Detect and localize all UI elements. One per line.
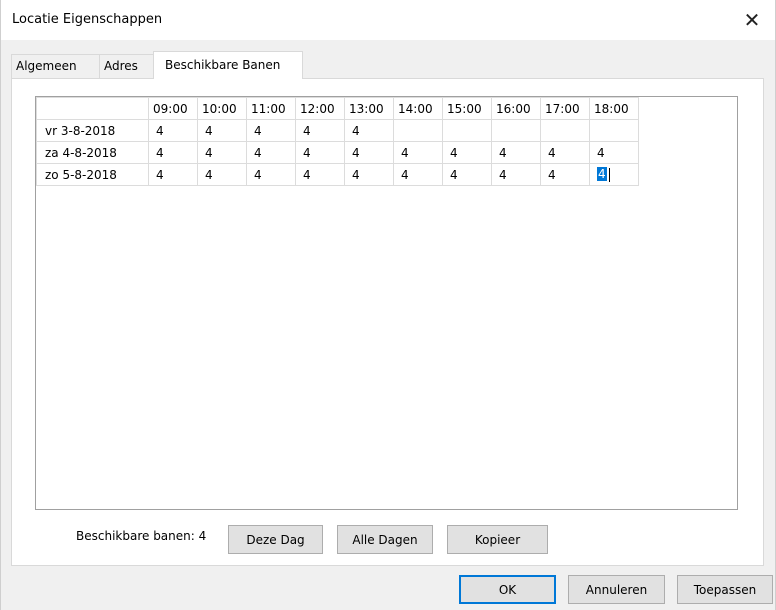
grid-cell[interactable]: 4 xyxy=(393,141,443,164)
grid-cell[interactable]: 4 xyxy=(148,119,198,142)
button-label: Alle Dagen xyxy=(352,532,418,547)
grid-cell[interactable]: 4 xyxy=(246,119,296,142)
row-header: vr 3-8-2018 xyxy=(36,119,149,142)
grid-cell[interactable]: 4 xyxy=(491,141,541,164)
tab-algemeen[interactable]: Algemeen xyxy=(11,54,100,78)
text-caret xyxy=(608,167,610,182)
deze-dag-button[interactable]: Deze Dag xyxy=(228,525,323,554)
tab-adres[interactable]: Adres xyxy=(99,54,154,78)
row-header: za 4-8-2018 xyxy=(36,141,149,164)
available-courts-label: Beschikbare banen: 4 xyxy=(76,529,207,543)
grid-corner xyxy=(36,97,149,120)
grid-cell[interactable]: 4 xyxy=(197,141,247,164)
column-header: 12:00 xyxy=(295,97,345,120)
grid-cell[interactable]: 4 xyxy=(540,141,590,164)
grid-row: za 4-8-2018 4 4 4 4 4 4 4 4 4 4 xyxy=(36,141,639,164)
cancel-button[interactable]: Annuleren xyxy=(568,575,665,604)
grid-cell[interactable] xyxy=(540,119,590,142)
grid-header-row: 09:00 10:00 11:00 12:00 13:00 14:00 15:0… xyxy=(36,97,639,120)
column-header: 14:00 xyxy=(393,97,443,120)
grid-cell[interactable]: 4 xyxy=(197,163,247,186)
grid-table: 09:00 10:00 11:00 12:00 13:00 14:00 15:0… xyxy=(36,97,639,186)
availability-grid[interactable]: 09:00 10:00 11:00 12:00 13:00 14:00 15:0… xyxy=(35,96,738,510)
title-bar: Locatie Eigenschappen ✕ xyxy=(0,0,776,40)
grid-cell[interactable]: 4 xyxy=(246,141,296,164)
alle-dagen-button[interactable]: Alle Dagen xyxy=(337,525,433,554)
grid-cell[interactable] xyxy=(442,119,492,142)
grid-cell[interactable] xyxy=(393,119,443,142)
column-header: 17:00 xyxy=(540,97,590,120)
close-button[interactable]: ✕ xyxy=(729,0,775,40)
grid-cell[interactable]: 4 xyxy=(393,163,443,186)
column-header: 13:00 xyxy=(344,97,394,120)
tab-label: Adres xyxy=(104,59,138,73)
grid-cell[interactable]: 4 xyxy=(295,141,345,164)
button-label: Deze Dag xyxy=(246,532,305,547)
grid-cell[interactable]: 4 xyxy=(148,163,198,186)
tab-label: Algemeen xyxy=(16,59,77,73)
column-header: 15:00 xyxy=(442,97,492,120)
grid-cell[interactable]: 4 xyxy=(344,119,394,142)
grid-cell[interactable]: 4 xyxy=(295,163,345,186)
grid-cell[interactable]: 4 xyxy=(197,119,247,142)
row-header: zo 5-8-2018 xyxy=(36,163,149,186)
grid-cell[interactable]: 4 xyxy=(589,141,639,164)
grid-cell[interactable]: 4 xyxy=(442,141,492,164)
grid-cell[interactable]: 4 xyxy=(148,141,198,164)
column-header: 16:00 xyxy=(491,97,541,120)
grid-row: zo 5-8-2018 4 4 4 4 4 4 4 4 4 4 xyxy=(36,163,639,186)
grid-cell-selected[interactable]: 4 xyxy=(589,163,639,186)
button-label: OK xyxy=(498,582,517,597)
grid-cell[interactable]: 4 xyxy=(344,163,394,186)
grid-cell[interactable] xyxy=(491,119,541,142)
tab-label: Beschikbare Banen xyxy=(165,58,281,72)
apply-button[interactable]: Toepassen xyxy=(677,575,773,604)
selected-cell-value[interactable]: 4 xyxy=(597,167,607,182)
ok-button[interactable]: OK xyxy=(459,575,556,604)
button-label: Toepassen xyxy=(693,582,757,597)
column-header: 11:00 xyxy=(246,97,296,120)
grid-cell[interactable]: 4 xyxy=(442,163,492,186)
close-icon: ✕ xyxy=(743,8,761,32)
column-header: 10:00 xyxy=(197,97,247,120)
grid-cell[interactable]: 4 xyxy=(344,141,394,164)
button-label: Kopieer xyxy=(474,532,521,547)
window-title: Locatie Eigenschappen xyxy=(12,12,163,27)
grid-row: vr 3-8-2018 4 4 4 4 4 xyxy=(36,119,639,142)
tab-beschikbare-banen[interactable]: Beschikbare Banen xyxy=(153,51,303,79)
grid-cell[interactable] xyxy=(589,119,639,142)
kopieer-button[interactable]: Kopieer xyxy=(447,525,548,554)
grid-cell[interactable]: 4 xyxy=(491,163,541,186)
column-header: 18:00 xyxy=(589,97,639,120)
grid-cell[interactable]: 4 xyxy=(295,119,345,142)
grid-cell[interactable]: 4 xyxy=(540,163,590,186)
button-label: Annuleren xyxy=(585,582,648,597)
column-header: 09:00 xyxy=(148,97,198,120)
grid-cell[interactable]: 4 xyxy=(246,163,296,186)
